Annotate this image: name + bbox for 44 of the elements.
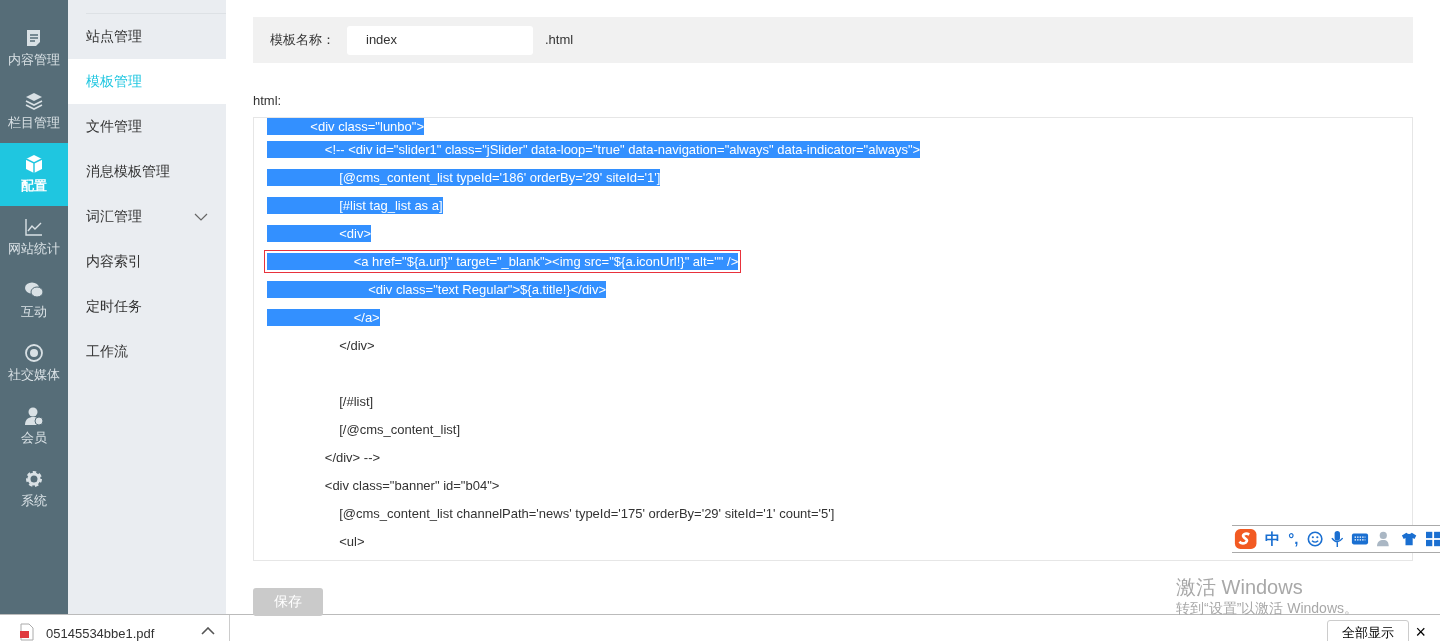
ime-mode-button[interactable]: °,	[1288, 527, 1299, 551]
sidebar-item[interactable]: 网站统计	[0, 206, 68, 269]
target-icon	[24, 342, 44, 363]
code-line: <div class="banner" id="b04">	[323, 477, 500, 494]
template-name-label: 模板名称：	[270, 31, 335, 50]
settings-icon	[24, 468, 44, 489]
submenu-item[interactable]: 工作流	[68, 329, 226, 374]
close-button[interactable]: ×	[1415, 618, 1426, 641]
submenu-item[interactable]: 内容索引	[68, 239, 226, 284]
cube-icon	[24, 153, 44, 174]
sidebar-item[interactable]: 互动	[0, 269, 68, 332]
ime-mode-button[interactable]: 中	[1265, 527, 1281, 551]
keyboard-icon[interactable]	[1351, 532, 1370, 546]
submenu-item[interactable]: 消息模板管理	[68, 149, 226, 194]
sidebar-item[interactable]: 社交媒体	[0, 332, 68, 395]
smiley-icon[interactable]	[1306, 530, 1323, 548]
show-all-button[interactable]: 全部显示	[1327, 620, 1410, 641]
layers-icon	[24, 90, 44, 111]
grid-icon[interactable]	[1425, 531, 1440, 547]
line-chart-icon	[24, 216, 44, 237]
submenu-item[interactable]: 文件管理	[68, 104, 226, 149]
code-line: [/@cms_content_list]	[338, 421, 461, 438]
sidebar-item[interactable]: 系统	[0, 458, 68, 521]
caret-up-icon[interactable]	[201, 627, 215, 635]
submenu-item[interactable]: 词汇管理	[68, 194, 226, 239]
template-name-field[interactable]: index	[347, 25, 533, 55]
code-line: <ul>	[338, 533, 365, 550]
microphone-icon[interactable]	[1330, 529, 1344, 549]
shirt-icon[interactable]	[1401, 531, 1418, 547]
sidebar-item[interactable]: 内容管理	[0, 17, 68, 80]
activation-title: 激活 Windows	[1176, 575, 1303, 600]
extension-label: .html	[545, 31, 574, 50]
code-line: </div> -->	[323, 449, 381, 466]
download-file-name[interactable]: 05145534bbe1.pdf	[46, 624, 155, 641]
activation-message: 转到“设置”以激活 Windows。	[1176, 599, 1358, 618]
sidebar-item[interactable]: 栏目管理	[0, 80, 68, 143]
submenu-item[interactable]: 站点管理	[68, 14, 226, 59]
submenu-item[interactable]: 定时任务	[68, 284, 226, 329]
sidebar-item[interactable]: 会员	[0, 395, 68, 458]
user-icon	[24, 405, 44, 426]
code-line: [/#list]	[338, 393, 374, 410]
html-label: html:	[253, 92, 283, 110]
code-line: [@cms_content_list channelPath='news' typeId='175' orderBy='29' siteId='1' count='5']	[338, 505, 835, 522]
code-line: </div>	[338, 337, 375, 354]
